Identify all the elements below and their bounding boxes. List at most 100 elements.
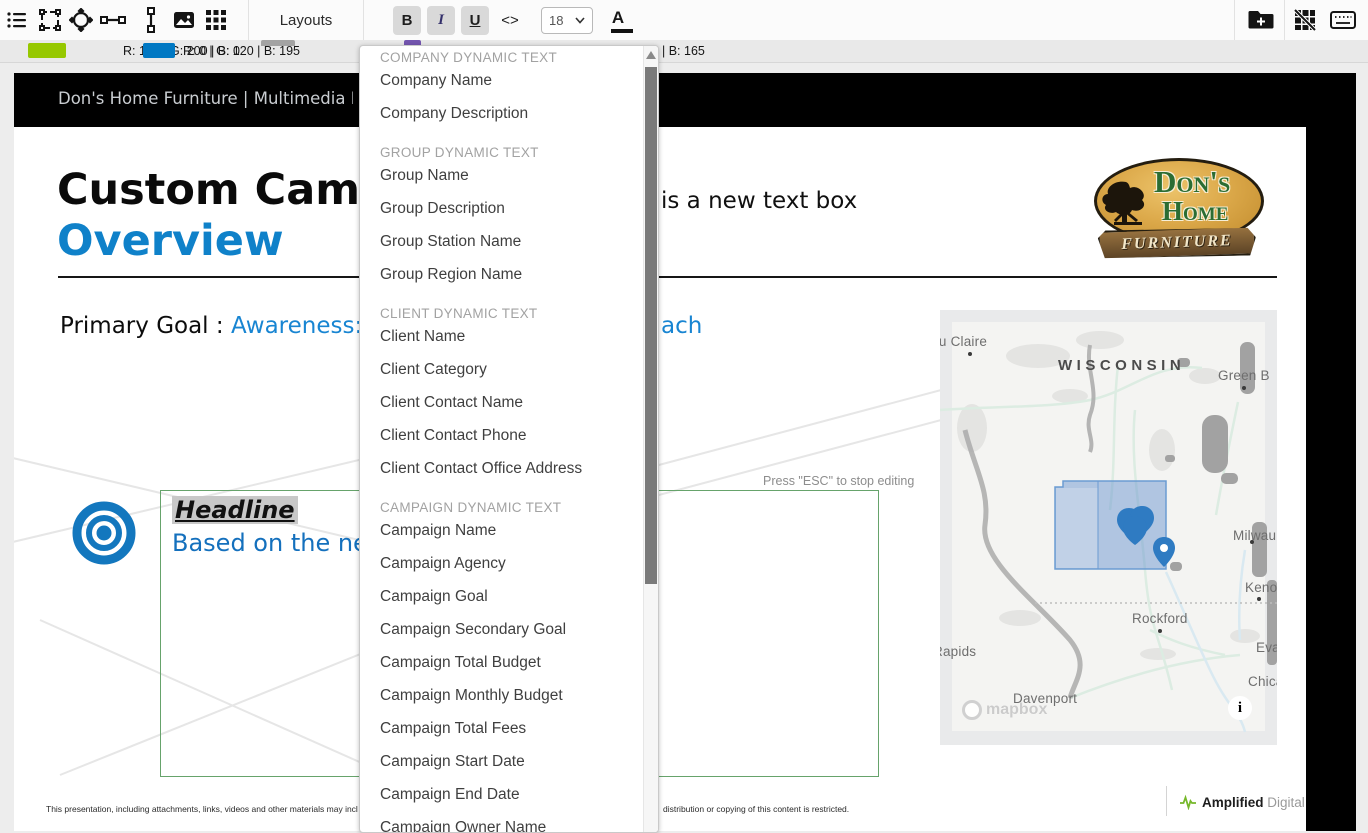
dropdown-scrollbar[interactable] — [643, 46, 658, 832]
bold-button[interactable]: B — [393, 6, 421, 35]
map-city-label: Eau Claire — [940, 334, 987, 349]
esc-hint-text: Press "ESC" to stop editing — [763, 474, 914, 488]
dropdown-section-header: COMPANY DYNAMIC TEXT — [380, 47, 639, 69]
chevron-down-icon — [575, 17, 585, 24]
headline-text: Headline — [172, 496, 298, 524]
slide-title-line1: Custom Camp — [57, 165, 367, 215]
transform-frame-icon[interactable] — [37, 7, 63, 33]
dropdown-item[interactable]: Campaign Owner Name — [380, 817, 639, 833]
color-swatch-blue[interactable] — [143, 43, 175, 58]
logo-text-furniture: FURNITURE — [1121, 232, 1233, 254]
scroll-up-arrow-icon[interactable] — [646, 51, 656, 59]
primary-goal-label: Primary Goal : — [60, 313, 231, 339]
logo-text-dons: Don's — [1154, 164, 1230, 200]
dropdown-item[interactable]: Group Name — [380, 165, 639, 187]
text-color-glyph: A — [611, 8, 625, 28]
add-folder-icon[interactable] — [1248, 7, 1274, 33]
map-city-label: Evanston — [1256, 640, 1277, 655]
amplified-digital-brand: Amplified Digital — [1180, 794, 1305, 810]
color-swatch-green[interactable] — [28, 43, 66, 58]
dropdown-item[interactable]: Group Region Name — [380, 264, 639, 286]
mapbox-wordmark: mapbox — [986, 701, 1047, 719]
color-info-bar: R: 150 | G: 200 | B: 0 R: 0 | G: 120 | B… — [0, 40, 1368, 63]
brand-divider — [1166, 786, 1167, 816]
region-map[interactable]: WISCONSIN Eau Claire Green B Milwaukee Kenos… — [940, 310, 1277, 745]
dropdown-item[interactable]: Campaign Total Budget — [380, 652, 639, 674]
dropdown-item[interactable]: Campaign Name — [380, 520, 639, 542]
dropdown-item[interactable]: Campaign End Date — [380, 784, 639, 806]
map-city-dot — [1257, 597, 1261, 601]
dropdown-section-header: GROUP DYNAMIC TEXT — [380, 142, 639, 164]
text-color-bar — [611, 29, 633, 33]
dropdown-item[interactable]: Campaign Start Date — [380, 751, 639, 773]
dropdown-item[interactable]: Group Description — [380, 198, 639, 220]
dropdown-item[interactable]: Client Name — [380, 326, 639, 348]
keyboard-icon[interactable] — [1330, 7, 1356, 33]
slide-header-title: Don's Home Furniture | Multimedia Mark — [58, 89, 353, 108]
dropdown-item[interactable]: Client Contact Name — [380, 392, 639, 414]
toolbar-separator — [363, 0, 364, 40]
map-city-label: Chicago — [1248, 674, 1277, 689]
mapbox-attribution[interactable]: mapbox — [962, 700, 1047, 720]
dropdown-item[interactable]: Campaign Total Fees — [380, 718, 639, 740]
dropdown-item[interactable]: Client Contact Phone — [380, 425, 639, 447]
map-info-button[interactable]: i — [1228, 696, 1252, 720]
vertical-line-icon[interactable] — [138, 7, 164, 33]
slide-title-line2: Overview — [57, 216, 284, 266]
font-size-select[interactable]: 18 — [541, 7, 593, 34]
toolbar-separator — [1284, 0, 1285, 40]
dropdown-item[interactable]: Campaign Monthly Budget — [380, 685, 639, 707]
grid-dots-icon[interactable] — [203, 7, 229, 33]
text-color-button[interactable]: A — [605, 6, 631, 35]
dropdown-item[interactable]: Group Station Name — [380, 231, 639, 253]
toolbar-separator — [248, 0, 249, 40]
map-city-dot — [1250, 540, 1254, 544]
color-swatch-label-partial: | B: 165 — [662, 44, 705, 58]
horizontal-line-icon[interactable] — [100, 7, 126, 33]
dropdown-item[interactable]: Company Name — [380, 70, 639, 92]
italic-button[interactable]: I — [427, 6, 455, 35]
dons-home-furniture-logo: Don's Home FURNITURE — [1092, 158, 1264, 262]
map-city-dot — [968, 352, 972, 356]
map-city-label: Milwaukee — [1233, 528, 1277, 543]
map-city-label: Kenosha — [1245, 580, 1277, 595]
map-city-label: Rockford — [1132, 611, 1188, 626]
dropdown-item[interactable]: Campaign Secondary Goal — [380, 619, 639, 641]
dropdown-item[interactable]: Campaign Agency — [380, 553, 639, 575]
dropdown-item[interactable]: Client Category — [380, 359, 639, 381]
bulleted-list-icon[interactable] — [4, 7, 30, 33]
new-textbox-text[interactable]: is a new text box — [661, 188, 857, 214]
grid-off-icon[interactable] — [1292, 7, 1318, 33]
primary-goal-value-fragment: ach — [661, 313, 702, 339]
brand-name-light: Digital — [1267, 795, 1305, 810]
pulse-icon — [1180, 794, 1197, 810]
slide-right-band — [1306, 73, 1356, 831]
dropdown-item[interactable]: Campaign Goal — [380, 586, 639, 608]
mapbox-logo-icon — [962, 700, 982, 720]
anchor-points-icon[interactable] — [68, 7, 94, 33]
color-swatch-label: R: 0 | G: 120 | B: 195 — [183, 44, 300, 58]
underline-button[interactable]: U — [461, 6, 489, 35]
layouts-button[interactable]: Layouts — [262, 6, 350, 34]
map-city-dot — [1242, 386, 1246, 390]
dropdown-item[interactable]: Client Contact Office Address — [380, 458, 639, 480]
logo-text-home: Home — [1162, 196, 1228, 227]
map-city-dot — [1158, 629, 1162, 633]
image-icon[interactable] — [171, 7, 197, 33]
logo-ribbon: FURNITURE — [1098, 225, 1257, 260]
hidden-element-sliver — [261, 40, 295, 46]
toolbar-separator — [1234, 0, 1235, 40]
dropdown-section-header: CAMPAIGN DYNAMIC TEXT — [380, 497, 639, 519]
primary-goal-line[interactable]: Primary Goal : Awareness: Cre — [60, 313, 409, 339]
map-city-label: Green B — [1218, 368, 1270, 383]
title-divider-line — [58, 276, 1277, 278]
font-size-value: 18 — [549, 13, 563, 28]
dropdown-item[interactable]: Company Description — [380, 103, 639, 125]
scrollbar-thumb[interactable] — [645, 67, 657, 584]
target-bullseye-icon — [72, 501, 136, 565]
map-state-label: WISCONSIN — [1058, 357, 1185, 374]
map-city-label: Rapids — [940, 644, 976, 659]
footer-disclaimer-right: distribution or copying of this content … — [663, 804, 849, 814]
tree-icon — [1100, 180, 1156, 228]
code-button[interactable]: <> — [496, 6, 524, 35]
